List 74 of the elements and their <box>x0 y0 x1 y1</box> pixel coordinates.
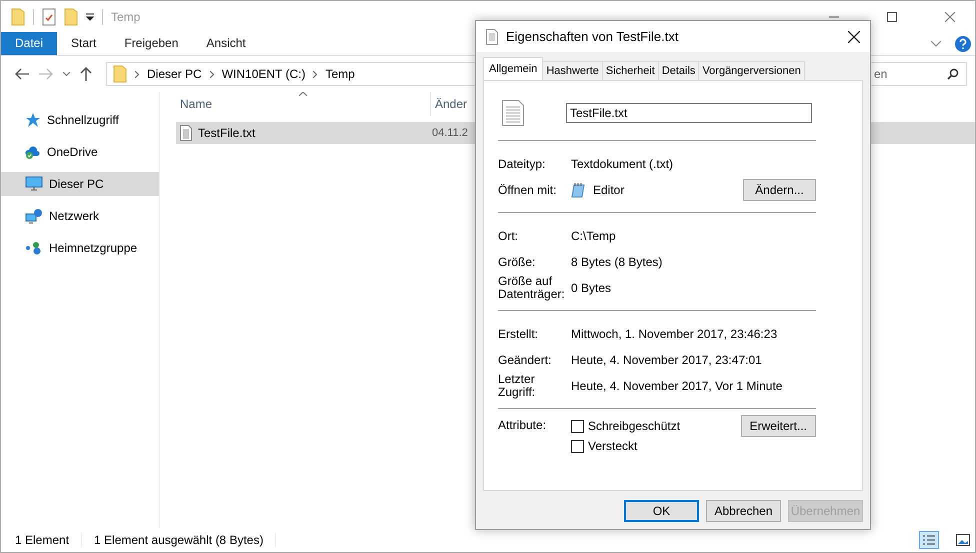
property-label: Dateityp: <box>498 158 546 170</box>
property-value: Mittwoch, 1. November 2017, 23:46:23 <box>571 327 778 341</box>
property-label: Erstellt: <box>498 328 540 340</box>
text-file-icon <box>180 125 192 141</box>
chevron-right-icon[interactable] <box>135 70 139 78</box>
dialog-tab[interactable]: Allgemein <box>483 57 544 80</box>
window-title: Temp <box>111 10 140 24</box>
sidebar-item[interactable]: OneDrive <box>1 140 159 164</box>
monitor-icon <box>25 176 43 192</box>
checkbox-label: Versteckt <box>588 439 638 453</box>
file-name: TestFile.txt <box>198 126 256 140</box>
file-name-field[interactable]: TestFile.txt <box>566 103 812 123</box>
maximize-icon[interactable] <box>887 12 897 22</box>
dialog-title: Eigenschaften von TestFile.txt <box>506 29 678 44</box>
property-value: Heute, 4. November 2017, Vor 1 Minute <box>571 379 784 393</box>
dialog-button[interactable]: Abbrechen <box>706 500 781 522</box>
property-label: Geändert: <box>498 354 552 366</box>
search-icon <box>947 68 959 80</box>
property-label: Attribute: <box>498 417 548 432</box>
dialog-button[interactable]: OK <box>624 500 699 522</box>
change-button[interactable]: Ändern... <box>743 179 816 201</box>
back-arrow-icon[interactable] <box>15 68 29 80</box>
chevron-down-icon[interactable] <box>63 72 70 76</box>
chevron-right-icon[interactable] <box>210 70 214 78</box>
sort-caret-icon <box>299 92 307 96</box>
folder-icon <box>113 65 127 83</box>
sidebar-item[interactable]: Schnellzugriff <box>1 108 159 132</box>
ribbon-tab[interactable]: Datei <box>1 32 58 55</box>
column-header[interactable]: Änder <box>430 92 468 116</box>
property-label: Ort: <box>498 230 519 242</box>
property-value: Textdokument (.txt) <box>571 157 674 171</box>
property-label: Größe: <box>498 256 536 268</box>
notepad-icon <box>571 182 587 198</box>
checkbox[interactable] <box>571 440 584 452</box>
sidebar-item[interactable]: Netzwerk <box>1 204 159 228</box>
homegroup-icon <box>25 240 43 256</box>
close-icon[interactable] <box>848 30 860 42</box>
details-view-icon[interactable] <box>919 531 939 549</box>
advanced-button[interactable]: Erweitert... <box>740 415 816 437</box>
sidebar-item[interactable]: Heimnetzgruppe <box>1 236 159 260</box>
ribbon-tab[interactable]: Start <box>57 32 110 55</box>
status-text: 1 Element <box>15 533 70 547</box>
network-icon <box>25 208 43 224</box>
property-value: Heute, 4. November 2017, 23:47:01 <box>571 353 763 367</box>
property-label: Öffnen mit: <box>498 184 558 196</box>
ribbon-tab[interactable]: Ansicht <box>192 32 260 55</box>
sidebar-item[interactable]: Dieser PC <box>1 172 159 196</box>
property-value: 8 Bytes (8 Bytes) <box>571 255 664 269</box>
breadcrumb[interactable]: WIN10ENT (C:) <box>222 67 306 81</box>
breadcrumb[interactable]: Temp <box>325 67 355 81</box>
checkbox[interactable] <box>571 420 584 432</box>
text-file-icon <box>486 28 498 44</box>
column-header[interactable]: Name <box>176 97 430 111</box>
checkbox-label: Schreibgeschützt <box>588 419 680 433</box>
chevron-right-icon[interactable] <box>313 70 318 78</box>
star-icon <box>25 112 41 128</box>
up-arrow-icon[interactable] <box>80 67 92 81</box>
file-date: 04.11.2 <box>431 127 468 139</box>
ribbon-tab[interactable]: Freigeben <box>110 32 192 55</box>
thumbnail-view-icon[interactable] <box>955 533 971 547</box>
property-label: Größe auf Datenträger: <box>498 275 566 301</box>
chevron-down-icon[interactable] <box>931 40 941 46</box>
checklist-icon[interactable] <box>42 8 56 26</box>
property-value: Editor <box>593 183 624 197</box>
breadcrumb[interactable]: Dieser PC <box>147 67 202 81</box>
dropdown-icon[interactable] <box>86 12 94 20</box>
cloud-icon <box>25 144 41 160</box>
dialog-tab[interactable]: Vorgängerversionen <box>698 61 805 80</box>
text-file-icon <box>502 100 524 126</box>
status-text: 1 Element ausgewählt (8 Bytes) <box>94 533 264 547</box>
property-value: 0 Bytes <box>571 281 612 295</box>
help-icon[interactable] <box>955 36 971 52</box>
property-value: C:\Temp <box>571 229 617 243</box>
property-label: Letzter Zugriff: <box>498 373 536 399</box>
